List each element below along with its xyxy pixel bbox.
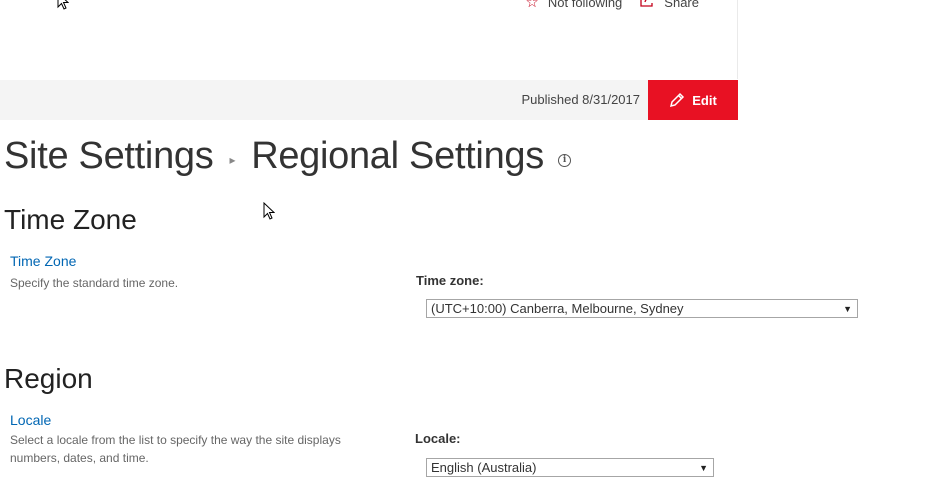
time-zone-field-label: Time zone: [416, 273, 484, 288]
breadcrumb-separator: ▸ [229, 152, 236, 167]
dropdown-arrow-icon: ▼ [843, 303, 852, 314]
region-heading: Region [4, 363, 93, 394]
share-icon [640, 0, 655, 10]
page: ☆ Not following Share Published 8/31/201… [0, 0, 946, 496]
follow-label: Not following [547, 0, 623, 10]
time-zone-link[interactable]: Time Zone [10, 253, 76, 269]
locale-field-label: Locale: [415, 431, 461, 446]
time-zone-selected-value: (UTC+10:00) Canberra, Melbourne, Sydney [431, 301, 684, 316]
time-zone-description: Specify the standard time zone. [10, 276, 179, 290]
locale-link[interactable]: Locale [10, 412, 51, 428]
edit-button[interactable]: Edit [648, 80, 738, 120]
mouse-cursor-icon [57, 0, 69, 10]
pencil-icon [670, 92, 685, 108]
header-actions: ☆ Not following Share [507, 0, 699, 10]
locale-select[interactable]: English (Australia) ▼ [426, 458, 714, 477]
dropdown-arrow-icon: ▼ [699, 462, 708, 473]
published-date: Published 8/31/2017 [521, 92, 640, 107]
time-zone-heading: Time Zone [4, 204, 137, 235]
star-icon: ☆ [525, 0, 539, 11]
edit-label: Edit [692, 92, 717, 108]
locale-description: Select a locale from the list to specify… [10, 433, 341, 465]
breadcrumb: Site Settings ▸ Regional Settings i [4, 135, 571, 178]
mouse-cursor-icon [263, 202, 275, 220]
breadcrumb-parent-link[interactable]: Site Settings [4, 135, 214, 178]
page-status-bar: Published 8/31/2017 Edit [0, 80, 738, 120]
page-title: Regional Settings [251, 135, 544, 177]
share-label: Share [664, 0, 699, 10]
time-zone-select[interactable]: (UTC+10:00) Canberra, Melbourne, Sydney … [426, 299, 858, 318]
locale-selected-value: English (Australia) [431, 460, 537, 475]
top-header: ☆ Not following Share [0, 0, 738, 79]
info-icon[interactable]: i [557, 154, 571, 167]
share-button[interactable]: Share [640, 0, 699, 10]
follow-button[interactable]: ☆ Not following [525, 0, 622, 10]
